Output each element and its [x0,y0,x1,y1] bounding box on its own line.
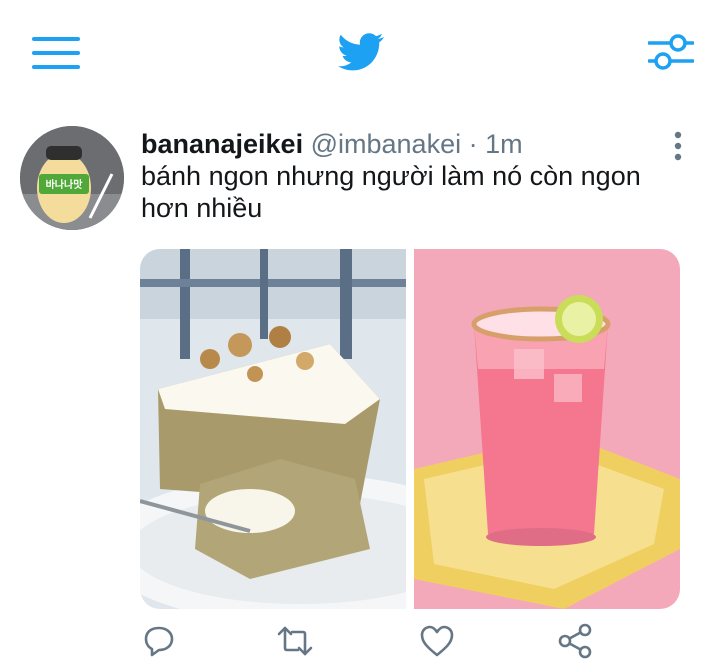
banana-cake-photo[interactable] [140,249,500,609]
sliders-filter-icon[interactable] [647,32,695,72]
avatar[interactable]: 바나나맛 [20,126,124,230]
username[interactable]: bananajeikei [141,129,303,159]
user-handle[interactable]: @imbanakei [311,129,461,159]
separator-dot: · [468,129,478,159]
tweet[interactable]: 바나나맛 bananajeikei @imbanakei · 1m bánh n… [0,118,720,669]
pink-lemonade-photo[interactable] [414,249,680,609]
tweet-text: bánh ngon nhưng người làm nó còn ngon hơ… [141,161,641,223]
svg-text:바나나맛: 바나나맛 [46,178,84,191]
share-icon[interactable] [556,622,594,660]
tweet-actions [140,618,680,668]
tweet-media [140,249,680,609]
top-app-bar [0,0,720,100]
twitter-bird-icon[interactable] [338,32,384,72]
hamburger-menu-icon[interactable] [32,36,80,70]
reply-icon[interactable] [140,622,178,660]
like-icon[interactable] [418,622,456,660]
tweet-header: bananajeikei @imbanakei · 1m [141,128,523,160]
timestamp[interactable]: 1m [485,129,523,159]
retweet-icon[interactable] [276,622,314,660]
